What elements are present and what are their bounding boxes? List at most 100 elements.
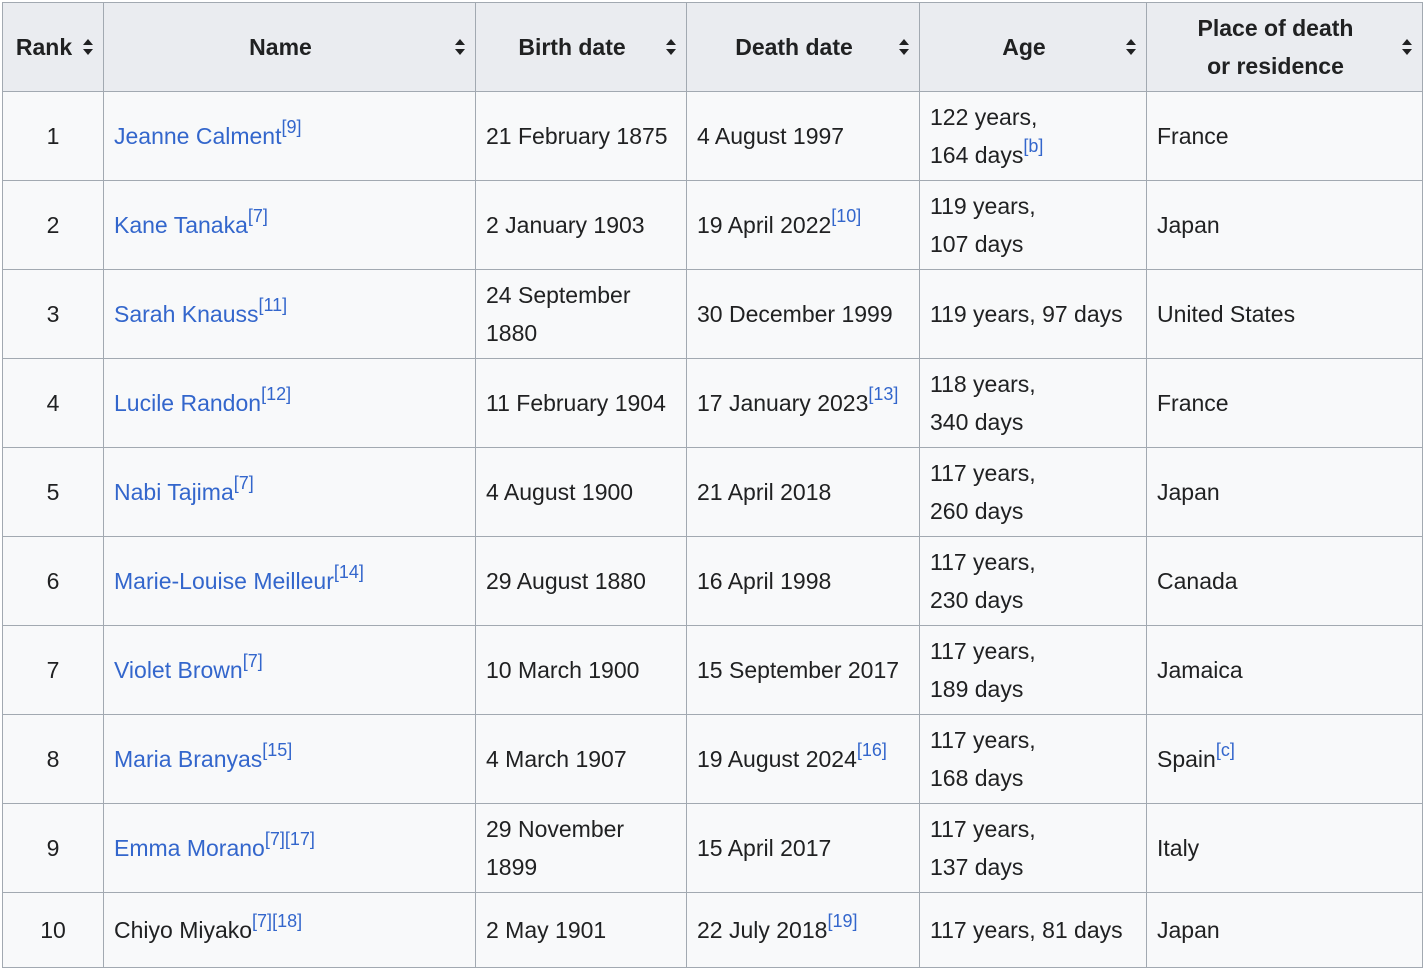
sort-icon[interactable] <box>899 39 909 55</box>
death-date-value: 19 April 2022 <box>697 212 832 238</box>
name-cell: Jeanne Calment[9] <box>103 91 476 181</box>
citation-link[interactable]: [12] <box>261 384 291 404</box>
rank-value: 2 <box>46 212 60 238</box>
death-date-cell: 30 December 1999 <box>686 269 920 359</box>
place-cell: Japan <box>1146 180 1423 270</box>
place-cell: France <box>1146 91 1423 181</box>
citation-link[interactable]: [16] <box>857 740 887 760</box>
death-date-value: 16 April 1998 <box>697 568 832 594</box>
person-link[interactable]: Lucile Randon <box>114 390 261 416</box>
table-row: 1 Jeanne Calment[9] 21 February 1875 4 Augu… <box>2 91 1423 181</box>
place-cell: Spain[c] <box>1146 714 1423 804</box>
citation-link[interactable]: [15] <box>262 740 292 760</box>
citation-ref: [10] <box>831 206 861 226</box>
table-row: 6 Marie-Louise Meilleur[14] 29 August 1880… <box>2 536 1423 626</box>
citation-link[interactable]: [7] <box>265 829 285 849</box>
birth-date-cell: 2 May 1901 <box>475 892 687 968</box>
person-link[interactable]: Nabi Tajima <box>114 479 234 505</box>
citation-link[interactable]: [7] <box>252 911 272 931</box>
person-link[interactable]: Marie-Louise Meilleur <box>114 568 334 594</box>
column-header-label: Age <box>1002 34 1046 60</box>
name-cell: Marie-Louise Meilleur[14] <box>103 536 476 626</box>
citation-link[interactable]: [17] <box>285 829 315 849</box>
citation-ref: [b] <box>1023 136 1043 156</box>
citation-link[interactable]: [10] <box>831 206 861 226</box>
age-value: 122 years, <box>930 104 1038 130</box>
rank-value: 7 <box>46 657 60 683</box>
person-name: Chiyo Miyako <box>114 917 253 943</box>
rank-cell: 10 <box>2 892 104 968</box>
name-cell: Sarah Knauss[11] <box>103 269 476 359</box>
rank-cell: 1 <box>2 91 104 181</box>
birth-date-value: 11 February 1904 <box>486 390 666 416</box>
birth-date-value: 29 November <box>486 816 625 842</box>
age-cell: 118 years, 340 days <box>919 358 1147 448</box>
table-row: 2 Kane Tanaka[7] 2 January 1903 19 April 20… <box>2 180 1423 270</box>
rank-cell: 6 <box>2 536 104 626</box>
citation-link[interactable]: [13] <box>868 384 898 404</box>
citation-ref: [7] <box>248 206 268 226</box>
person-link[interactable]: Kane Tanaka <box>114 212 248 238</box>
person-link[interactable]: Emma Morano <box>114 835 265 861</box>
birth-date-cell: 11 February 1904 <box>475 358 687 448</box>
age-cell: 122 years, 164 days[b] <box>919 91 1147 181</box>
citation-link[interactable]: [c] <box>1216 740 1235 760</box>
person-link[interactable]: Maria Branyas <box>114 746 262 772</box>
name-cell: Kane Tanaka[7] <box>103 180 476 270</box>
age-value: 117 years, <box>930 727 1036 753</box>
sort-icon[interactable] <box>455 39 465 55</box>
column-header-name[interactable]: Name <box>103 2 476 92</box>
name-cell: Nabi Tajima[7] <box>103 447 476 537</box>
column-header-birth-date[interactable]: Birth date <box>475 2 687 92</box>
column-header-death-date[interactable]: Death date <box>686 2 920 92</box>
person-link[interactable]: Violet Brown <box>114 657 243 683</box>
age-value: 340 days <box>930 409 1024 435</box>
citation-ref: [7] <box>243 651 263 671</box>
place-value: United States <box>1157 301 1296 327</box>
death-date-cell: 19 April 2022[10] <box>686 180 920 270</box>
sort-icon[interactable] <box>1402 39 1412 55</box>
sort-icon[interactable] <box>666 39 676 55</box>
person-link[interactable]: Jeanne Calment <box>114 123 282 149</box>
birth-date-cell: 10 March 1900 <box>475 625 687 715</box>
age-value: 118 years, <box>930 371 1036 397</box>
place-value: France <box>1157 390 1229 416</box>
column-header-rank[interactable]: Rank <box>2 2 104 92</box>
citation-link[interactable]: [11] <box>258 295 287 315</box>
citation-ref: [11] <box>258 295 287 315</box>
citation-link[interactable]: [14] <box>334 562 364 582</box>
age-cell: 117 years, 260 days <box>919 447 1147 537</box>
age-value: 164 days <box>930 142 1024 168</box>
person-link[interactable]: Sarah Knauss <box>114 301 258 327</box>
citation-link[interactable]: [b] <box>1023 136 1043 156</box>
age-value: 168 days <box>930 765 1024 791</box>
citation-link[interactable]: [7] <box>243 651 263 671</box>
birth-date-value: 1880 <box>486 320 538 346</box>
age-value: 260 days <box>930 498 1024 524</box>
age-value: 119 years, <box>930 193 1036 219</box>
age-value: 117 years, <box>930 549 1036 575</box>
name-cell: Chiyo Miyako[7][18] <box>103 892 476 968</box>
rank-value: 5 <box>46 479 60 505</box>
citation-link[interactable]: [18] <box>272 911 302 931</box>
rank-cell: 3 <box>2 269 104 359</box>
citation-link[interactable]: [19] <box>827 911 857 931</box>
birth-date-value: 21 February 1875 <box>486 123 668 149</box>
place-value: Jamaica <box>1157 657 1243 683</box>
rank-cell: 8 <box>2 714 104 804</box>
column-header-age[interactable]: Age <box>919 2 1147 92</box>
citation-link[interactable]: [9] <box>282 117 302 137</box>
place-cell: Italy <box>1146 803 1423 893</box>
birth-date-value: 2 January 1903 <box>486 212 645 238</box>
rank-value: 9 <box>46 835 60 861</box>
age-value: 117 years, <box>930 816 1036 842</box>
column-header-place[interactable]: Place of death or residence <box>1146 2 1423 92</box>
age-value: 230 days <box>930 587 1024 613</box>
citation-link[interactable]: [7] <box>248 206 268 226</box>
place-value: Japan <box>1157 917 1220 943</box>
death-date-cell: 21 April 2018 <box>686 447 920 537</box>
sort-icon[interactable] <box>83 39 93 55</box>
death-date-value: 15 April 2017 <box>697 835 832 861</box>
citation-link[interactable]: [7] <box>234 473 254 493</box>
sort-icon[interactable] <box>1126 39 1136 55</box>
